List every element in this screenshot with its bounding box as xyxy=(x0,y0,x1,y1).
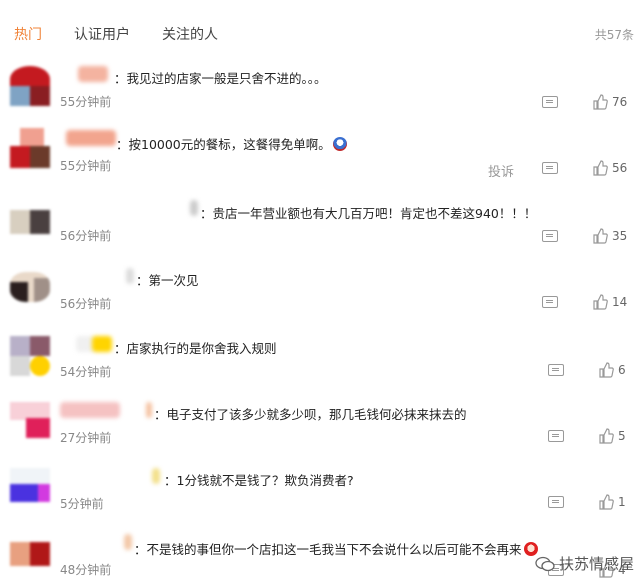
like-count: 14 xyxy=(612,295,628,309)
thumbs-up-icon[interactable] xyxy=(598,494,614,510)
username-blurred[interactable] xyxy=(60,402,120,418)
watermark: 扶苏情感屋 xyxy=(535,553,634,574)
avatar[interactable] xyxy=(10,542,50,566)
reply-icon[interactable] xyxy=(542,162,558,174)
comment-text: ：1分钱就不是钱了？欺负消费者? xyxy=(164,473,354,488)
like-count: 6 xyxy=(618,363,626,377)
username-blurred[interactable] xyxy=(78,66,108,82)
comment-item: ：按10000元的餐标，这餐得免单啊。 55分钟前 投诉 56 xyxy=(0,128,640,197)
reply-icon[interactable] xyxy=(548,364,564,376)
watermark-text: 扶苏情感屋 xyxy=(558,555,634,573)
username-blurred[interactable] xyxy=(66,130,116,146)
comment-item: ：1分钱就不是钱了？欺负消费者? 5分钟前 1 xyxy=(0,468,640,535)
comment-text: ：我见过的店家一般是只舍不进的。。。 xyxy=(114,71,327,86)
thumbs-up-icon[interactable] xyxy=(592,294,608,310)
comment-item: ：贵店一年营业额也有大几百万吧！肯定也不差这940！！！ 56分钟前 35 xyxy=(0,200,640,267)
comment-time: 27分钟前 xyxy=(60,431,112,445)
comment-item: ：第一次见 56分钟前 14 xyxy=(0,268,640,335)
like-count: 1 xyxy=(618,495,626,509)
avatar[interactable] xyxy=(10,468,50,508)
reply-icon[interactable] xyxy=(548,496,564,508)
comment-item: ：店家执行的是你舍我入规则 54分钟前 6 xyxy=(0,336,640,403)
avatar[interactable] xyxy=(10,336,50,376)
comment-text: ：第一次见 xyxy=(136,273,199,288)
comment-time: 54分钟前 xyxy=(60,365,112,379)
tab-verified-users[interactable]: 认证用户 xyxy=(74,24,130,44)
comment-tabs: 热门 认证用户 关注的人 共57条 xyxy=(0,0,640,66)
report-button[interactable]: 投诉 xyxy=(488,161,514,180)
like-count: 76 xyxy=(612,95,628,109)
tab-following[interactable]: 关注的人 xyxy=(162,24,218,44)
reply-icon[interactable] xyxy=(542,96,558,108)
comment-item: ：我见过的店家一般是只舍不进的。。。 55分钟前 76 xyxy=(0,66,640,133)
username-blurred[interactable] xyxy=(190,200,198,216)
reply-icon[interactable] xyxy=(542,230,558,242)
thumbs-up-icon[interactable] xyxy=(592,94,608,110)
reply-icon[interactable] xyxy=(548,430,564,442)
comment-text: ：按10000元的餐标，这餐得免单啊。 xyxy=(116,134,347,153)
like-count: 5 xyxy=(618,429,626,443)
comment-time: 5分钟前 xyxy=(60,497,104,511)
avatar[interactable] xyxy=(10,402,50,442)
comment-time: 48分钟前 xyxy=(60,563,112,577)
thumbs-up-icon[interactable] xyxy=(592,160,608,176)
comment-time: 56分钟前 xyxy=(60,229,112,243)
comment-item: ：电子支付了该多少就多少呗，那几毛钱何必抹来抹去的 27分钟前 5 xyxy=(0,402,640,469)
total-count: 共57条 xyxy=(594,28,634,42)
wechat-icon xyxy=(535,556,555,571)
avatar[interactable] xyxy=(10,66,50,106)
emoji-icon xyxy=(332,137,347,151)
thumbs-up-icon[interactable] xyxy=(598,362,614,378)
comment-time: 55分钟前 xyxy=(60,95,112,109)
comment-text: ：不是钱的事但你一个店扣这一毛我当下不会说什么以后可能不会再来 xyxy=(134,539,538,558)
avatar[interactable] xyxy=(10,210,50,234)
comment-text: ：店家执行的是你舍我入规则 xyxy=(114,341,277,356)
comment-text: ：电子支付了该多少就多少呗，那几毛钱何必抹来抹去的 xyxy=(154,407,467,422)
username-blurred[interactable] xyxy=(146,402,152,418)
username-blurred[interactable] xyxy=(124,534,132,550)
like-count: 35 xyxy=(612,229,628,243)
comment-text: ：贵店一年营业额也有大几百万吧！肯定也不差这940！！！ xyxy=(200,206,537,221)
username-blurred[interactable] xyxy=(126,268,134,284)
thumbs-up-icon[interactable] xyxy=(592,228,608,244)
like-count: 56 xyxy=(612,161,628,175)
comment-time: 55分钟前 xyxy=(60,159,112,173)
tab-hot[interactable]: 热门 xyxy=(14,24,42,44)
username-blurred[interactable] xyxy=(92,336,112,352)
reply-icon[interactable] xyxy=(542,296,558,308)
avatar[interactable] xyxy=(10,128,50,168)
username-blurred[interactable] xyxy=(152,468,160,484)
avatar[interactable] xyxy=(10,272,50,302)
comment-time: 56分钟前 xyxy=(60,297,112,311)
thumbs-up-icon[interactable] xyxy=(598,428,614,444)
